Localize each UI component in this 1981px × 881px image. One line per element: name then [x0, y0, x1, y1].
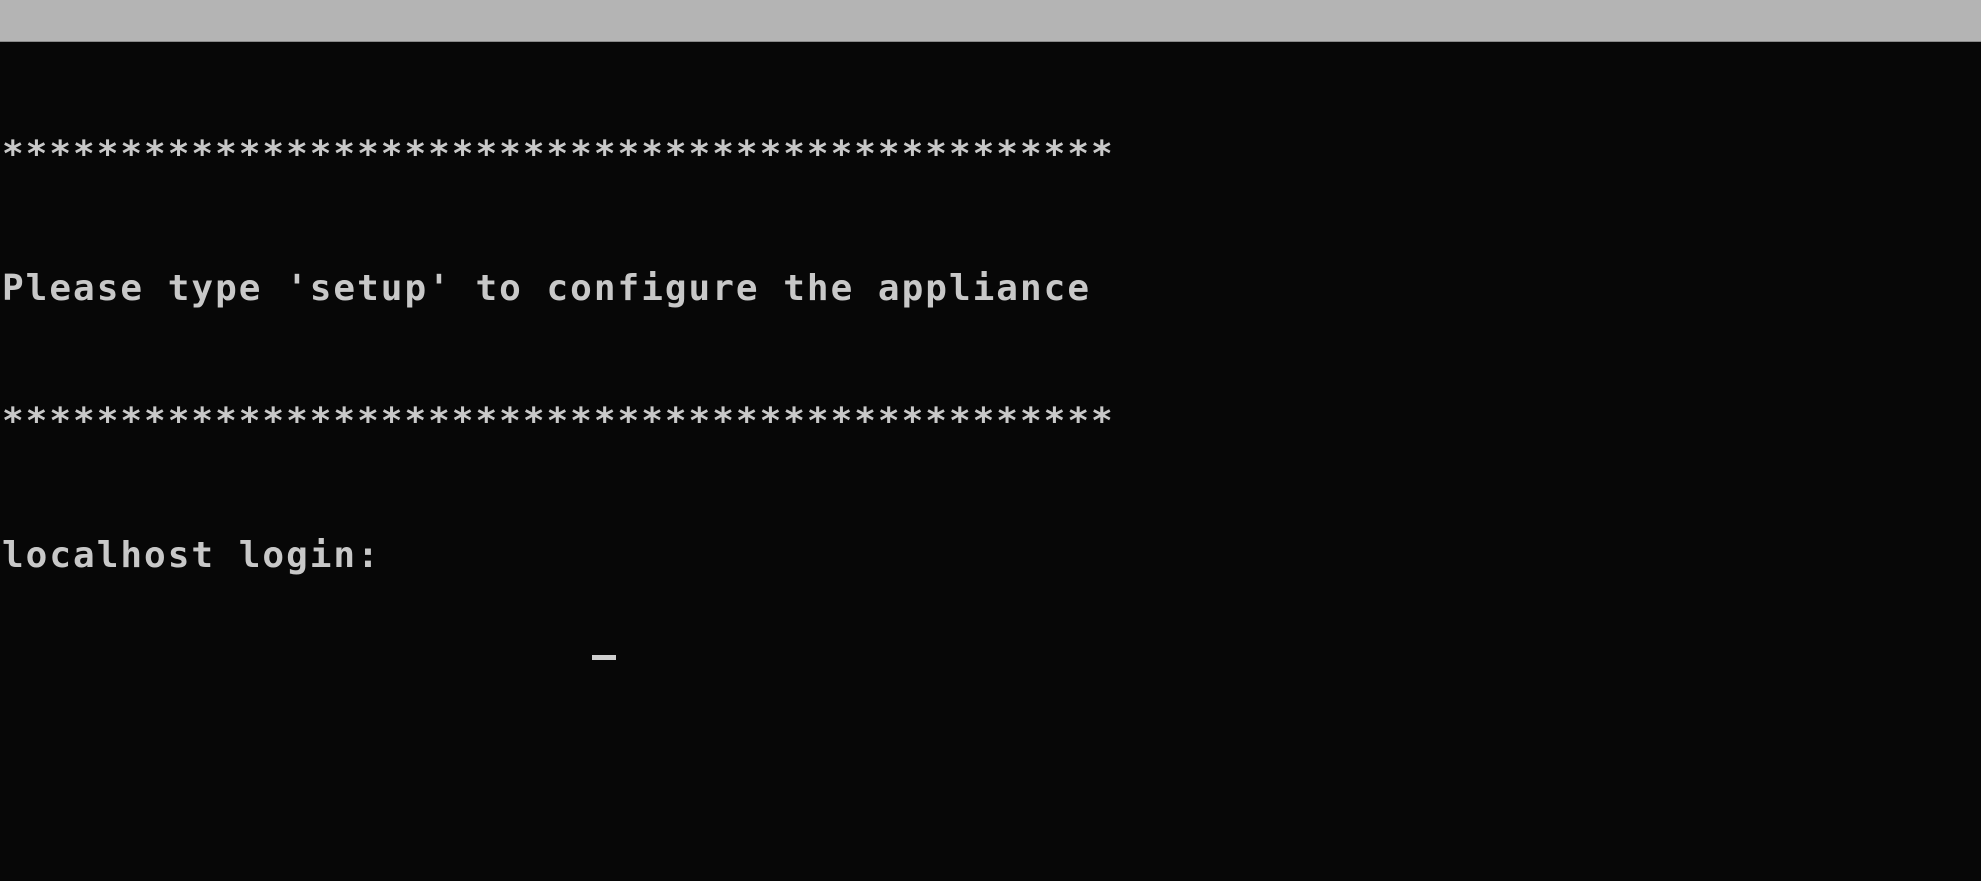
setup-message: Please type 'setup' to configure the app… — [2, 267, 1091, 309]
login-prompt: localhost login: — [2, 534, 381, 576]
window-top-bar — [0, 0, 1981, 42]
console-screen: ****************************************… — [0, 0, 1981, 881]
console-output: ****************************************… — [2, 44, 1977, 667]
login-input[interactable] — [402, 534, 616, 712]
text-cursor — [591, 654, 616, 660]
login-line: localhost login: — [2, 534, 1977, 660]
banner-bottom: ****************************************… — [2, 401, 1115, 442]
banner-top: ****************************************… — [2, 134, 1115, 175]
